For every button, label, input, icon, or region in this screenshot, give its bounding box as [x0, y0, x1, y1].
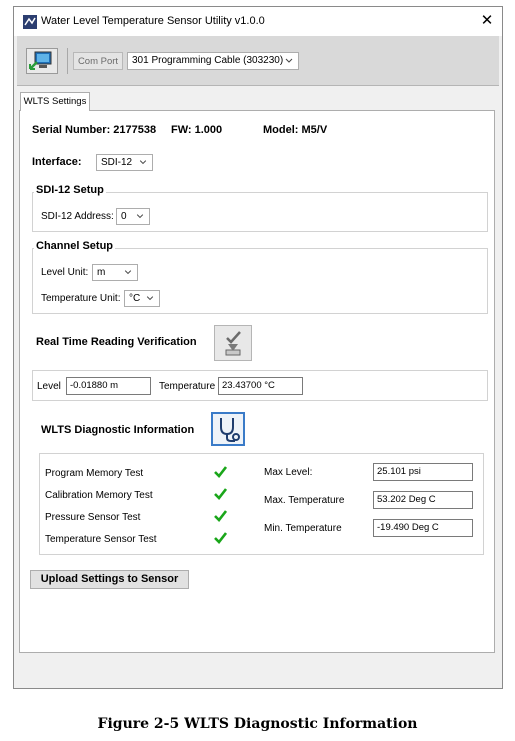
test-label: Program Memory Test [45, 468, 144, 479]
max-temperature-label: Max. Temperature [264, 495, 345, 506]
diagnostics-title: WLTS Diagnostic Information [41, 424, 195, 436]
window-title: Water Level Temperature Sensor Utility v… [41, 15, 265, 27]
checkmark-document-icon [225, 331, 241, 356]
test-label: Calibration Memory Test [45, 490, 153, 501]
com-port-value: 301 Programming Cable (303230) [132, 55, 284, 66]
com-port-select[interactable]: 301 Programming Cable (303230) [127, 52, 299, 70]
upload-settings-button[interactable]: Upload Settings to Sensor [30, 570, 189, 589]
sdi12-address-label: SDI-12 Address: [41, 211, 114, 222]
com-port-label: Com Port [73, 52, 123, 70]
min-temperature-label: Min. Temperature [264, 523, 342, 534]
title-bar: Water Level Temperature Sensor Utility v… [14, 7, 502, 36]
channel-setup-group [32, 248, 488, 314]
serial-number: Serial Number: 2177538 [32, 124, 157, 136]
realtime-title: Real Time Reading Verification [36, 336, 197, 348]
connect-button[interactable] [26, 48, 58, 74]
max-temperature-value: 53.202 Deg C [373, 491, 473, 509]
chevron-down-icon [136, 214, 144, 219]
app-logo-icon [23, 15, 37, 29]
tab-wlts-settings[interactable]: WLTS Settings [20, 92, 90, 111]
check-icon [214, 488, 227, 500]
chevron-down-icon [285, 58, 293, 63]
toolbar: Com Port 301 Programming Cable (303230) [17, 36, 499, 86]
check-icon [214, 466, 227, 478]
sdi12-setup-title: SDI-12 Setup [34, 184, 106, 196]
level-reading-value: -0.01880 m [66, 377, 151, 395]
firmware-version: FW: 1.000 [171, 124, 223, 136]
chevron-down-icon [124, 270, 132, 275]
channel-setup-title: Channel Setup [34, 240, 116, 252]
app-window: Water Level Temperature Sensor Utility v… [13, 6, 503, 689]
interface-label: Interface: [32, 156, 82, 168]
temperature-unit-label: Temperature Unit: [41, 293, 121, 304]
test-label: Temperature Sensor Test [45, 534, 157, 545]
close-button[interactable]: ✕ [476, 10, 498, 32]
test-label: Pressure Sensor Test [45, 512, 141, 523]
diagnostics-button[interactable] [211, 412, 245, 446]
figure-caption: Figure 2-5 WLTS Diagnostic Information [97, 716, 418, 732]
max-level-label: Max Level: [264, 467, 313, 478]
check-icon [214, 532, 227, 544]
level-unit-select[interactable]: m [92, 264, 138, 281]
stethoscope-icon [220, 418, 240, 442]
level-unit-value: m [97, 267, 106, 278]
temperature-reading-value: 23.43700 °C [218, 377, 303, 395]
level-reading-label: Level [37, 381, 61, 392]
temperature-unit-value: °C [129, 293, 141, 304]
realtime-read-button[interactable] [214, 325, 252, 361]
sdi12-address-value: 0 [121, 211, 127, 222]
interface-value: SDI-12 [101, 157, 133, 168]
sdi12-address-select[interactable]: 0 [116, 208, 150, 225]
chevron-down-icon [146, 296, 154, 301]
settings-panel: Serial Number: 2177538 FW: 1.000 Model: … [19, 110, 495, 653]
model-label: Model: M5/V [263, 124, 328, 136]
temperature-reading-label: Temperature [159, 381, 216, 392]
interface-select[interactable]: SDI-12 [96, 154, 153, 171]
max-level-value: 25.101 psi [373, 463, 473, 481]
connect-device-icon [29, 51, 52, 70]
chevron-down-icon [139, 160, 147, 165]
check-icon [214, 510, 227, 522]
toolbar-separator [67, 48, 68, 74]
temperature-unit-select[interactable]: °C [124, 290, 160, 307]
level-unit-label: Level Unit: [41, 267, 89, 278]
min-temperature-value: -19.490 Deg C [373, 519, 473, 537]
